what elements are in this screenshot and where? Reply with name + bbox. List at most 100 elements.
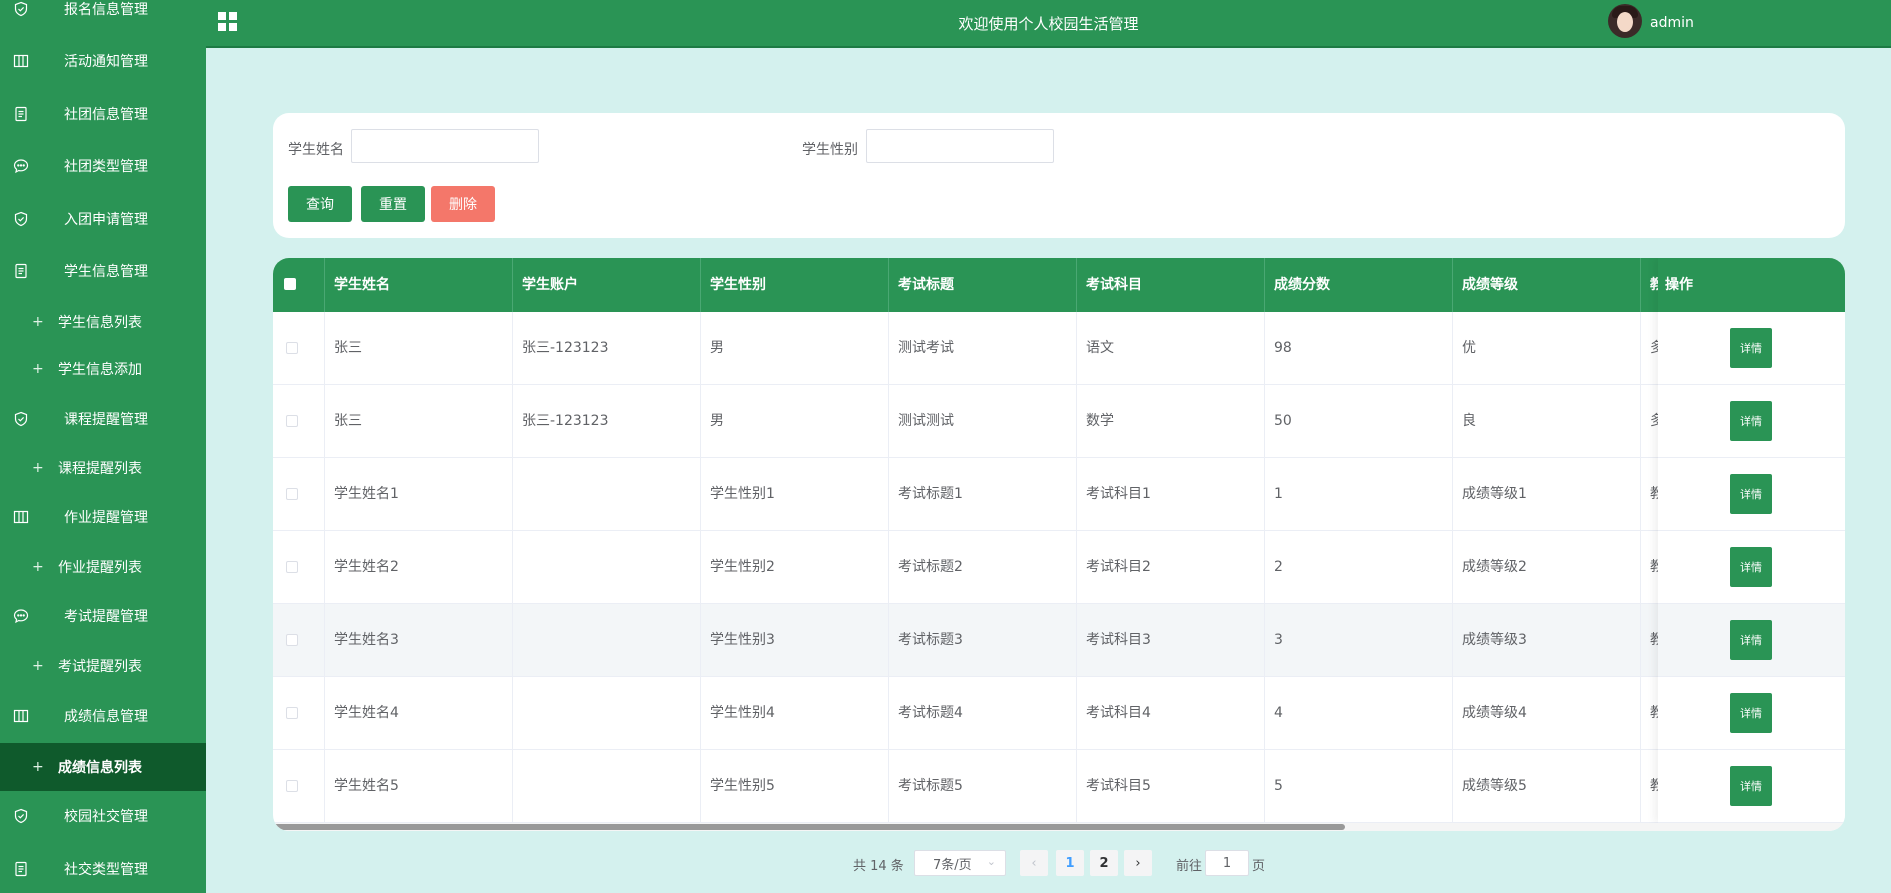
row-checkbox[interactable] xyxy=(286,342,298,354)
plus-icon: + xyxy=(32,658,44,674)
table-cell: 成绩等级5 xyxy=(1453,750,1641,823)
chevron-left-icon: ‹ xyxy=(1031,855,1037,871)
column-header[interactable]: 成绩分数 xyxy=(1265,258,1453,312)
student-name-input[interactable] xyxy=(351,129,539,163)
table-cell: 学生姓名2 xyxy=(325,531,513,604)
reset-button[interactable]: 重置 xyxy=(361,186,425,222)
table-cell: 考试标题1 xyxy=(889,458,1077,531)
shield-check-icon xyxy=(12,210,30,228)
column-header[interactable]: 学生性别 xyxy=(701,258,889,312)
select-all-checkbox[interactable] xyxy=(284,278,296,290)
chevron-down-icon: ⌄ xyxy=(986,855,996,868)
table-cell: 学生性别3 xyxy=(701,604,889,677)
table-row[interactable]: 张三张三-123123男测试测试数学50良多 xyxy=(273,385,1845,458)
sidebar-item-1[interactable]: 活动通知管理 xyxy=(0,37,206,85)
column-header[interactable]: 考试标题 xyxy=(889,258,1077,312)
scrollbar-thumb[interactable] xyxy=(273,824,1345,830)
table-cell: 考试科目4 xyxy=(1077,677,1265,750)
sidebar-item-10[interactable]: 作业提醒管理 xyxy=(0,493,206,541)
delete-button[interactable]: 删除 xyxy=(431,186,495,222)
table-cell xyxy=(513,458,701,531)
table-row[interactable]: 张三张三-123123男测试考试语文98优多 xyxy=(273,312,1845,385)
table-header: 学生姓名学生账户学生性别考试标题考试科目成绩分数成绩等级教操作 xyxy=(273,258,1845,312)
page-size-select[interactable]: 7条/页 ⌄ xyxy=(914,850,1006,876)
chat-bubble-icon xyxy=(12,607,30,625)
username[interactable]: admin xyxy=(1650,15,1694,31)
sidebar-item-label: 作业提醒管理 xyxy=(64,510,148,526)
table-cell xyxy=(513,531,701,604)
columns-icon xyxy=(12,508,30,526)
row-checkbox[interactable] xyxy=(286,415,298,427)
row-divider xyxy=(1658,457,1845,458)
table-row[interactable]: 学生姓名1学生性别1考试标题1考试科目11成绩等级1教 xyxy=(273,458,1845,531)
column-header[interactable]: 成绩等级 xyxy=(1453,258,1641,312)
page-1-button[interactable]: 1 xyxy=(1056,850,1084,876)
row-divider xyxy=(1658,384,1845,385)
sidebar-item-0[interactable]: 报名信息管理 xyxy=(0,0,206,33)
sidebar-item-7[interactable]: + 学生信息添加 xyxy=(0,345,206,393)
search-panel: 学生姓名 学生性别 查询 重置 删除 xyxy=(273,113,1845,238)
sidebar-item-15[interactable]: + 成绩信息列表 xyxy=(0,743,206,791)
table-cell: 成绩等级3 xyxy=(1453,604,1641,677)
sidebar: 报名信息管理 活动通知管理 社团信息管理 社团类型管理 入团申请管理 学生信息管理 + 学生信… xyxy=(0,0,206,893)
sidebar-item-5[interactable]: 学生信息管理 xyxy=(0,247,206,295)
sidebar-item-9[interactable]: + 课程提醒列表 xyxy=(0,444,206,492)
sidebar-item-12[interactable]: 考试提醒管理 xyxy=(0,592,206,640)
table-row[interactable]: 学生姓名3学生性别3考试标题3考试科目33成绩等级3教 xyxy=(273,604,1845,677)
plus-icon: + xyxy=(32,759,44,775)
row-divider xyxy=(1658,749,1845,750)
table-cell: 测试考试 xyxy=(889,312,1077,385)
table-cell: 学生姓名5 xyxy=(325,750,513,823)
student-gender-label: 学生性别 xyxy=(802,142,858,158)
detail-button[interactable]: 详情 xyxy=(1730,693,1772,733)
table-cell: 优 xyxy=(1453,312,1641,385)
avatar[interactable] xyxy=(1608,4,1642,38)
row-checkbox[interactable] xyxy=(286,780,298,792)
sidebar-item-label: 课程提醒列表 xyxy=(58,461,142,477)
row-checkbox[interactable] xyxy=(286,634,298,646)
table-row[interactable]: 学生姓名4学生性别4考试标题4考试科目44成绩等级4教 xyxy=(273,677,1845,750)
sidebar-item-11[interactable]: + 作业提醒列表 xyxy=(0,543,206,591)
detail-button[interactable]: 详情 xyxy=(1730,328,1772,368)
sidebar-item-label: 考试提醒管理 xyxy=(64,609,148,625)
sidebar-item-8[interactable]: 课程提醒管理 xyxy=(0,395,206,443)
table-cell: 学生姓名3 xyxy=(325,604,513,677)
sidebar-item-label: 学生信息添加 xyxy=(58,362,142,378)
table-cell: 2 xyxy=(1265,531,1453,604)
shield-check-icon xyxy=(12,0,30,18)
detail-button[interactable]: 详情 xyxy=(1730,547,1772,587)
sidebar-item-2[interactable]: 社团信息管理 xyxy=(0,90,206,138)
detail-button[interactable]: 详情 xyxy=(1730,401,1772,441)
detail-button[interactable]: 详情 xyxy=(1730,474,1772,514)
column-header[interactable]: 考试科目 xyxy=(1077,258,1265,312)
table-row[interactable]: 学生姓名5学生性别5考试标题5考试科目55成绩等级5教 xyxy=(273,750,1845,823)
sidebar-item-13[interactable]: + 考试提醒列表 xyxy=(0,642,206,690)
sidebar-item-6[interactable]: + 学生信息列表 xyxy=(0,298,206,346)
detail-button[interactable]: 详情 xyxy=(1730,766,1772,806)
table-cell: 男 xyxy=(701,385,889,458)
table-cell: 1 xyxy=(1265,458,1453,531)
query-button[interactable]: 查询 xyxy=(288,186,352,222)
horizontal-scrollbar[interactable] xyxy=(273,823,1845,831)
column-header[interactable]: 学生账户 xyxy=(513,258,701,312)
sidebar-item-label: 学生信息列表 xyxy=(58,315,142,331)
table-cell: 良 xyxy=(1453,385,1641,458)
table-cell: 测试测试 xyxy=(889,385,1077,458)
row-checkbox[interactable] xyxy=(286,488,298,500)
prev-page-button[interactable]: ‹ xyxy=(1020,850,1048,876)
student-gender-input[interactable] xyxy=(866,129,1054,163)
sidebar-item-14[interactable]: 成绩信息管理 xyxy=(0,692,206,740)
sidebar-item-16[interactable]: 校园社交管理 xyxy=(0,792,206,840)
sidebar-item-4[interactable]: 入团申请管理 xyxy=(0,195,206,243)
next-page-button[interactable]: › xyxy=(1124,850,1152,876)
column-header[interactable]: 学生姓名 xyxy=(325,258,513,312)
sidebar-item-label: 作业提醒列表 xyxy=(58,560,142,576)
table-row[interactable]: 学生姓名2学生性别2考试标题2考试科目22成绩等级2教 xyxy=(273,531,1845,604)
row-checkbox[interactable] xyxy=(286,707,298,719)
goto-page-input[interactable] xyxy=(1205,850,1249,876)
detail-button[interactable]: 详情 xyxy=(1730,620,1772,660)
sidebar-item-3[interactable]: 社团类型管理 xyxy=(0,142,206,190)
table-cell: 张三 xyxy=(325,385,513,458)
page-2-button[interactable]: 2 xyxy=(1090,850,1118,876)
row-checkbox[interactable] xyxy=(286,561,298,573)
